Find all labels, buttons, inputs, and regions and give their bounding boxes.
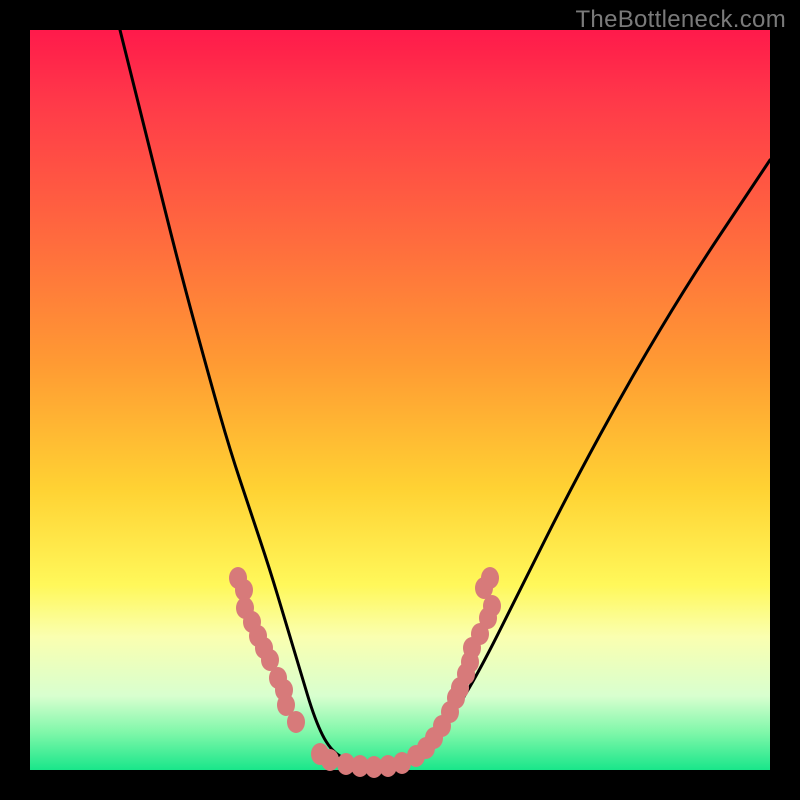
bottleneck-curve: [120, 30, 770, 765]
marker-dot: [321, 749, 339, 771]
plot-area: [30, 30, 770, 770]
chart-svg: [30, 30, 770, 770]
marker-dot: [481, 567, 499, 589]
outer-frame: TheBottleneck.com: [0, 0, 800, 800]
highlight-markers: [229, 567, 501, 778]
marker-dot: [287, 711, 305, 733]
